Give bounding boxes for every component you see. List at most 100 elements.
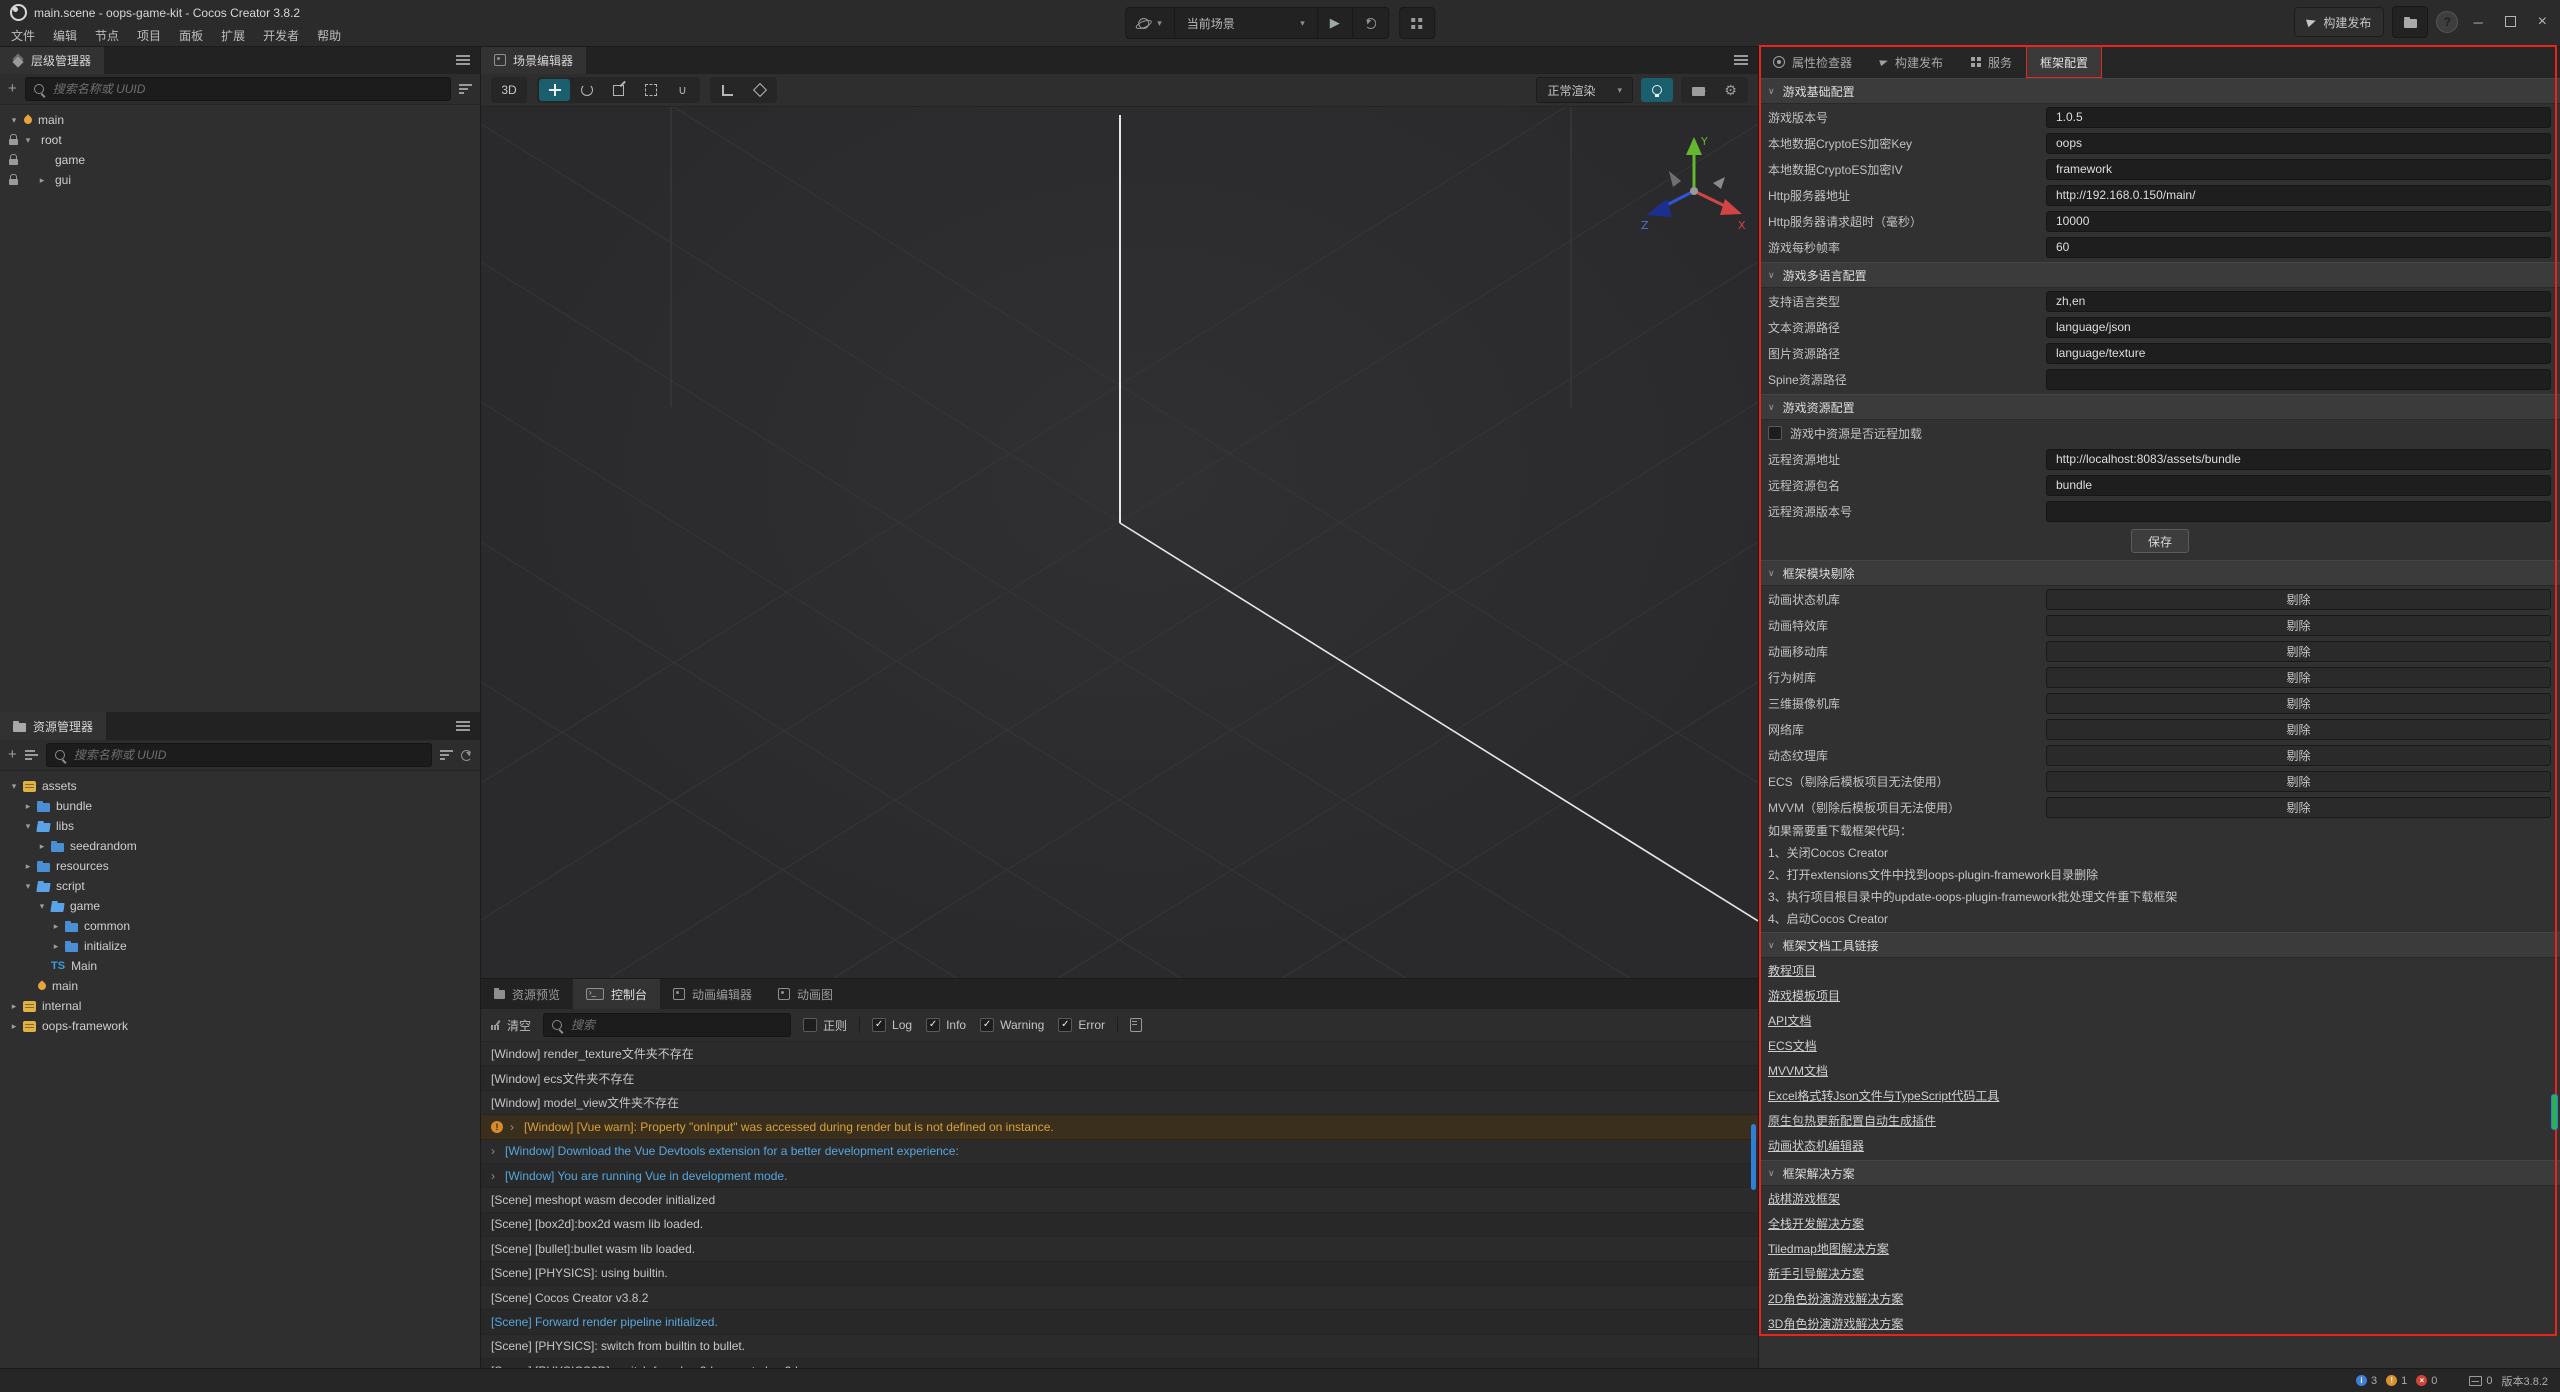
asset-node[interactable]: ▸resources (0, 856, 480, 876)
expand-arrow-icon[interactable]: ▸ (7, 1021, 21, 1032)
doc-link[interactable]: 动画状态机编辑器 (1768, 1137, 1864, 1154)
hierarchy-node[interactable]: ▸gui (0, 170, 480, 190)
log-row[interactable]: ›[Window] Download the Vue Devtools exte… (481, 1140, 1758, 1164)
doc-link[interactable]: ECS文档 (1768, 1037, 1817, 1054)
trim-button[interactable]: 剔除 (2046, 771, 2551, 792)
expand-arrow-icon[interactable]: ▸ (49, 921, 63, 932)
regex-checkbox[interactable]: 正则 (803, 1017, 847, 1034)
hierarchy-node[interactable]: ▾root (0, 130, 480, 150)
lighting-toggle-button[interactable] (1641, 78, 1673, 102)
assets-search[interactable] (46, 743, 432, 767)
menu-item[interactable]: 项目 (128, 25, 170, 46)
trim-button[interactable]: 剔除 (2046, 667, 2551, 688)
expand-arrow-icon[interactable]: ▸ (21, 801, 35, 812)
hierarchy-tab[interactable]: 层级管理器 (0, 46, 104, 74)
doc-link[interactable]: Tiledmap地图解决方案 (1768, 1240, 1889, 1257)
log-row[interactable]: !›[Window] [Vue warn]: Property "onInput… (481, 1115, 1758, 1139)
asset-node[interactable]: ▾script (0, 876, 480, 896)
doc-link[interactable]: 游戏模板项目 (1768, 987, 1840, 1004)
section-header[interactable]: ∨游戏多语言配置 (1759, 262, 2560, 288)
doc-link[interactable]: 教程项目 (1768, 962, 1816, 979)
menu-item[interactable]: 节点 (86, 25, 128, 46)
expand-arrow-icon[interactable]: ▾ (35, 901, 49, 912)
inspector-tab-service[interactable]: 服务 (1957, 46, 2026, 78)
log-row[interactable]: ›[Window] You are running Vue in develop… (481, 1164, 1758, 1188)
filter-icon[interactable] (459, 84, 472, 94)
menu-item[interactable]: 面板 (170, 25, 212, 46)
config-input[interactable] (2046, 317, 2551, 338)
config-input[interactable] (2046, 501, 2551, 522)
menu-item[interactable]: 开发者 (254, 25, 308, 46)
config-input[interactable] (2046, 449, 2551, 470)
console-search-input[interactable] (569, 1017, 782, 1033)
config-input[interactable] (2046, 369, 2551, 390)
console-search[interactable] (543, 1013, 791, 1037)
expand-arrow-icon[interactable]: ▾ (21, 821, 35, 832)
config-input[interactable] (2046, 159, 2551, 180)
expand-arrow-icon[interactable]: ▸ (7, 1001, 21, 1012)
play-button[interactable]: ▶ (1318, 8, 1353, 38)
message-count-badge[interactable]: 0 (2469, 1375, 2492, 1387)
expand-chevron-icon[interactable]: › (510, 1120, 517, 1134)
trim-button[interactable]: 剔除 (2046, 589, 2551, 610)
doc-link[interactable]: 战棋游戏框架 (1768, 1190, 1840, 1207)
expand-chevron-icon[interactable]: › (491, 1144, 498, 1158)
section-header[interactable]: ∨框架解决方案 (1759, 1160, 2560, 1186)
open-project-folder-button[interactable] (2392, 6, 2428, 38)
console-filter-info[interactable]: ✓Info (926, 1018, 966, 1032)
inspector-tab-inspector[interactable]: 属性检查器 (1759, 46, 1866, 78)
log-file-icon[interactable] (1130, 1018, 1142, 1032)
section-header[interactable]: ∨游戏基础配置 (1759, 78, 2560, 104)
hierarchy-menu-icon[interactable] (456, 55, 470, 65)
assets-tab[interactable]: 资源管理器 (0, 712, 106, 740)
rect-tool-button[interactable] (635, 79, 666, 101)
inspector-tab-framework-config[interactable]: 框架配置 (2026, 46, 2102, 78)
asset-node[interactable]: ▸seedrandom (0, 836, 480, 856)
asset-node[interactable]: ▸oops-framework (0, 1016, 480, 1036)
assets-search-input[interactable] (72, 747, 423, 763)
scale-tool-button[interactable] (603, 79, 634, 101)
build-publish-button[interactable]: 构建发布 (2294, 7, 2384, 37)
doc-link[interactable]: Excel格式转Json文件与TypeScript代码工具 (1768, 1087, 1999, 1104)
sort-icon[interactable] (25, 750, 38, 760)
menu-item[interactable]: 扩展 (212, 25, 254, 46)
config-input[interactable] (2046, 185, 2551, 206)
render-mode-dropdown[interactable]: 正常渲染 ▾ (1536, 77, 1633, 103)
help-button[interactable]: ? (2436, 11, 2458, 33)
scene-viewport[interactable]: Y X Z (481, 107, 1758, 978)
section-header[interactable]: ∨框架文档工具链接 (1759, 932, 2560, 958)
doc-link[interactable]: 3D角色扮演游戏解决方案 (1768, 1315, 1903, 1332)
expand-chevron-icon[interactable]: › (491, 1169, 498, 1183)
expand-arrow-icon[interactable]: ▾ (21, 881, 35, 892)
inspector-tab-build[interactable]: 构建发布 (1866, 46, 1957, 78)
coordinate-toggle-button[interactable] (744, 79, 775, 101)
menu-item[interactable]: 编辑 (44, 25, 86, 46)
config-input[interactable] (2046, 291, 2551, 312)
minimize-button[interactable]: ─ (2466, 15, 2489, 30)
config-input[interactable] (2046, 475, 2551, 496)
console-tab-1[interactable]: ›_控制台 (573, 979, 660, 1009)
warn-count-badge[interactable]: ! 1 (2386, 1375, 2407, 1387)
console-tab-0[interactable]: 资源预览 (481, 979, 573, 1009)
asset-node[interactable]: ▾assets (0, 776, 480, 796)
asset-node[interactable]: ▸common (0, 916, 480, 936)
close-button[interactable]: × (2531, 13, 2554, 31)
section-header[interactable]: ∨框架模块剔除 (1759, 560, 2560, 586)
console-filter-warning[interactable]: ✓Warning (980, 1018, 1044, 1032)
config-input[interactable] (2046, 133, 2551, 154)
console-filter-error[interactable]: ✓Error (1058, 1018, 1105, 1032)
doc-link[interactable]: 全栈开发解决方案 (1768, 1215, 1864, 1232)
move-tool-button[interactable] (539, 79, 570, 101)
rotate-tool-button[interactable] (571, 79, 602, 101)
section-header[interactable]: ∨游戏资源配置 (1759, 394, 2560, 420)
asset-node[interactable]: ▸internal (0, 996, 480, 1016)
expand-arrow-icon[interactable]: ▸ (21, 861, 35, 872)
expand-arrow-icon[interactable]: ▾ (7, 781, 21, 792)
trim-button[interactable]: 剔除 (2046, 797, 2551, 818)
inspector-scrollbar[interactable] (2551, 1094, 2558, 1130)
trim-button[interactable]: 剔除 (2046, 615, 2551, 636)
console-filter-log[interactable]: ✓Log (872, 1018, 912, 1032)
console-clear-button[interactable]: 清空 (491, 1017, 531, 1034)
config-input[interactable] (2046, 107, 2551, 128)
remote-load-checkbox-row[interactable]: 游戏中资源是否远程加载 (1759, 420, 2560, 446)
